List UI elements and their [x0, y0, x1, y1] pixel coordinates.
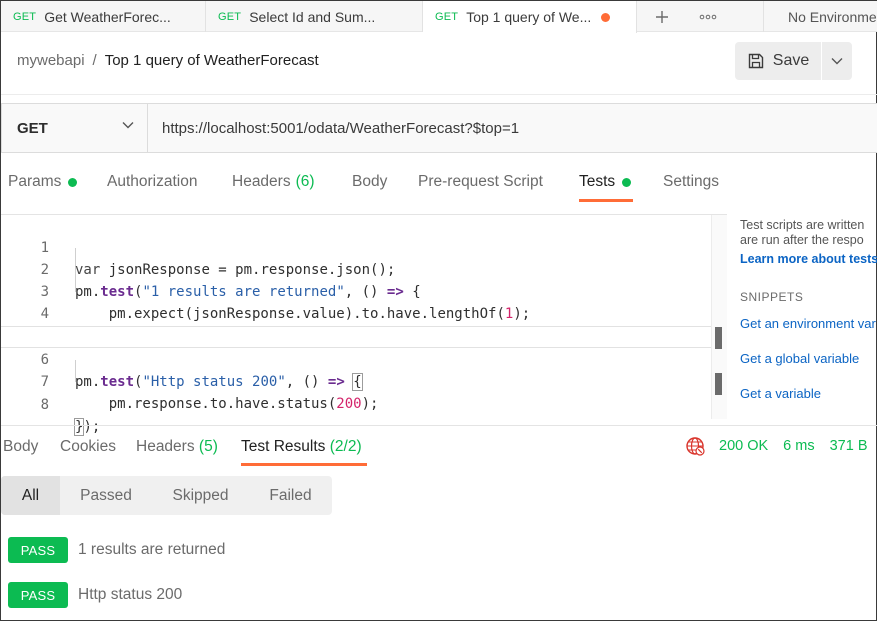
code-line: 5	[1, 303, 711, 344]
test-result-row: PASS Http status 200	[1, 582, 601, 608]
code-line: 1 var jsonResponse = pm.response.json();	[1, 215, 711, 278]
filter-passed[interactable]: Passed	[60, 476, 152, 515]
scrollbar-thumb[interactable]	[715, 373, 722, 395]
scrollbar-marker	[715, 327, 722, 349]
status-code[interactable]: 200 OK	[719, 438, 768, 454]
request-tab-strip: GET Get WeatherForec... GET Select Id an…	[1, 1, 877, 33]
filter-all[interactable]: All	[1, 476, 60, 515]
response-tab-headers-label: Headers	[136, 438, 195, 455]
breadcrumb: mywebapi / Top 1 query of WeatherForecas…	[17, 52, 319, 69]
status-badge: PASS	[8, 582, 68, 608]
code-line: 2 pm.test("1 results are returned", () =…	[1, 237, 711, 300]
chevron-down-icon	[831, 58, 843, 65]
url-input[interactable]: https://localhost:5001/odata/WeatherFore…	[162, 104, 519, 152]
filter-skipped[interactable]: Skipped	[152, 476, 249, 515]
code-line: 7 pm.response.to.have.status(200);	[1, 349, 711, 412]
snippet-get-variable[interactable]: Get a variable	[740, 386, 877, 401]
save-button[interactable]: Save	[735, 42, 821, 80]
response-status: 200 OK 6 ms 371 B	[685, 436, 868, 456]
tests-description-line: are run after the respo	[740, 233, 864, 247]
tab-tests[interactable]: Tests	[579, 173, 632, 191]
save-options-button[interactable]	[822, 42, 852, 80]
test-result-row: PASS 1 results are returned	[1, 537, 601, 563]
test-results-filter: All Passed Skipped Failed	[1, 476, 332, 515]
code-line: 3 pm.expect(jsonResponse.value).to.have.…	[1, 259, 711, 322]
learn-more-tests-link[interactable]: Learn more about tests	[740, 252, 877, 266]
response-tab-test-results-label: Test Results	[241, 438, 326, 455]
response-tab-test-results[interactable]: Test Results (2/2)	[241, 438, 362, 456]
response-size[interactable]: 371 B	[830, 438, 868, 454]
tab-method: GET	[218, 10, 242, 23]
snippets-panel: Test scripts are written are run after t…	[740, 218, 877, 401]
tab-headers-count: (6)	[295, 173, 315, 190]
response-divider	[1, 425, 877, 426]
tab-headers-label: Headers	[232, 173, 291, 190]
tab-label: Get WeatherForec...	[44, 8, 171, 25]
url-bar: GET https://localhost:5001/odata/Weather…	[1, 103, 877, 153]
test-name: Http status 200	[78, 586, 183, 603]
response-tab-headers[interactable]: Headers (5)	[136, 438, 218, 456]
tab-params[interactable]: Params	[8, 173, 78, 191]
active-response-tab-underline	[241, 463, 367, 466]
request-title[interactable]: Top 1 query of WeatherForecast	[105, 52, 319, 69]
tests-indicator-dot-icon	[622, 177, 632, 187]
method-value: GET	[17, 119, 48, 137]
code-line-current: 6 pm.test("Http status 200", () => {	[1, 326, 711, 391]
breadcrumb-separator: /	[92, 52, 97, 69]
tab-headers[interactable]: Headers (6)	[232, 173, 315, 191]
tab-tests-label: Tests	[579, 173, 616, 190]
request-tab-3-active[interactable]: GET Top 1 query of We...	[423, 1, 637, 33]
tab-label: Select Id and Sum...	[249, 8, 376, 25]
save-icon	[748, 53, 763, 69]
request-tab-1[interactable]: GET Get WeatherForec...	[1, 1, 206, 32]
response-time[interactable]: 6 ms	[783, 438, 814, 454]
method-select[interactable]: GET	[2, 104, 148, 152]
filter-failed[interactable]: Failed	[249, 476, 332, 515]
request-tabs: Params Authorization Headers (6) Body Pr…	[1, 163, 877, 203]
tab-authorization[interactable]: Authorization	[107, 173, 197, 191]
active-tab-underline	[579, 199, 633, 202]
tests-description-line: Test scripts are written	[740, 218, 865, 232]
snippet-get-environment-variable[interactable]: Get an environment var	[740, 316, 877, 331]
tab-label: Top 1 query of We...	[466, 9, 592, 25]
snippets-heading: SNIPPETS	[740, 290, 804, 304]
save-label: Save	[772, 52, 810, 69]
params-indicator-dot-icon	[68, 177, 78, 187]
response-tab-cookies[interactable]: Cookies	[60, 438, 116, 456]
code-line: 4 });	[1, 281, 711, 344]
divider	[1, 94, 877, 95]
new-tab-plus-icon[interactable]	[651, 1, 673, 32]
unsaved-dot-icon	[601, 12, 611, 22]
request-tab-2[interactable]: GET Select Id and Sum...	[206, 1, 423, 32]
tab-method: GET	[435, 11, 459, 23]
tab-params-label: Params	[8, 173, 62, 190]
status-badge: PASS	[8, 537, 68, 563]
tab-method: GET	[13, 10, 37, 23]
line-number: 8	[40, 397, 49, 413]
test-name: 1 results are returned	[78, 541, 226, 558]
breadcrumb-workspace[interactable]: mywebapi	[17, 52, 85, 69]
test-script-editor[interactable]: 1 var jsonResponse = pm.response.json();…	[1, 214, 727, 436]
response-tab-headers-count: (5)	[198, 438, 218, 455]
response-tab-body[interactable]: Body	[3, 438, 38, 456]
chevron-down-icon	[122, 122, 134, 129]
tab-settings[interactable]: Settings	[663, 173, 719, 191]
tab-body[interactable]: Body	[352, 173, 387, 191]
network-globe-icon[interactable]	[685, 436, 705, 456]
snippet-get-global-variable[interactable]: Get a global variable	[740, 351, 877, 366]
environment-selector[interactable]: No Environme	[763, 1, 877, 32]
code-line: 8 });	[1, 372, 711, 436]
more-tabs-icon[interactable]	[697, 1, 719, 32]
tab-prerequest-script[interactable]: Pre-request Script	[418, 173, 543, 191]
response-tab-test-results-count: (2/2)	[329, 438, 362, 455]
